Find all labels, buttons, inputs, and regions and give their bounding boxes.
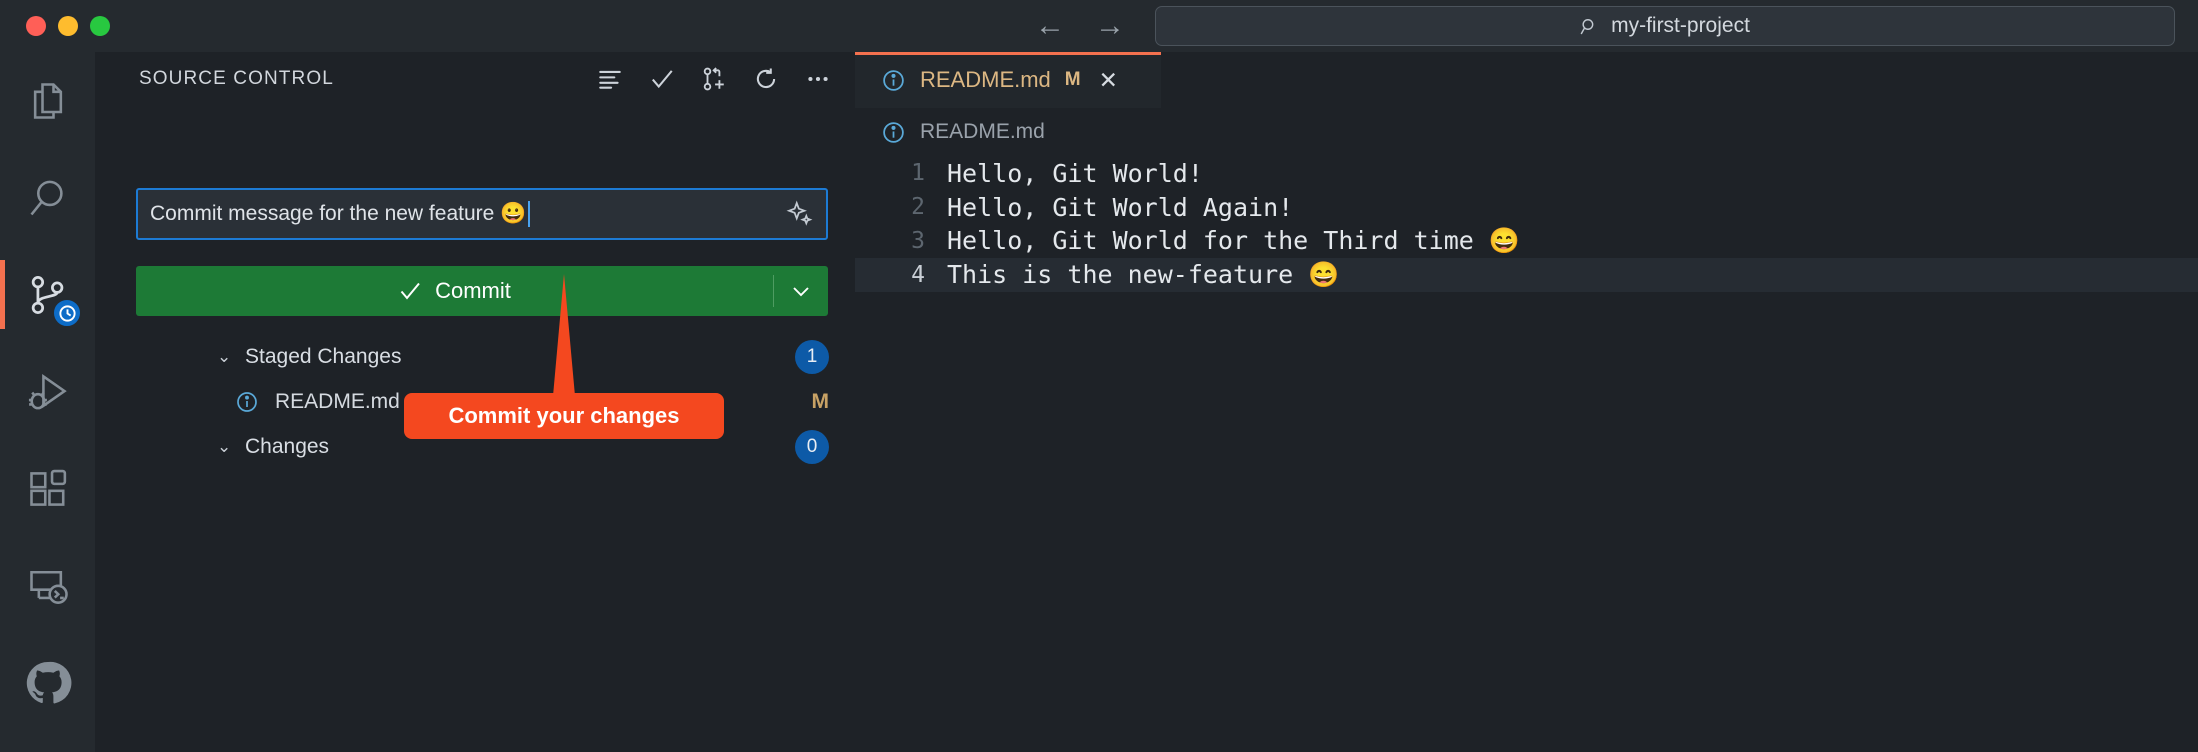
check-icon xyxy=(652,70,673,89)
title-bar: ← → my-first-project xyxy=(0,0,2198,52)
sidebar-item-source-control[interactable] xyxy=(0,246,95,343)
traffic-lights xyxy=(26,16,110,36)
view-as-list-button[interactable] xyxy=(597,66,623,92)
code-line[interactable]: 3 Hello, Git World for the Third time 😄 xyxy=(855,224,2198,258)
back-arrow-icon[interactable]: ← xyxy=(1035,11,1065,41)
commit-button-dropdown[interactable] xyxy=(774,266,828,316)
more-actions-button[interactable] xyxy=(805,66,831,92)
info-icon xyxy=(235,390,259,414)
group-count-badge: 0 xyxy=(795,429,829,464)
search-icon xyxy=(29,180,63,215)
close-icon[interactable]: ✕ xyxy=(1099,67,1118,94)
command-center-search[interactable]: my-first-project xyxy=(1155,6,2175,46)
sidebar-actions xyxy=(597,66,831,92)
group-label: Staged Changes xyxy=(245,344,402,368)
maximize-window-button[interactable] xyxy=(90,16,110,36)
minimize-window-button[interactable] xyxy=(58,16,78,36)
annotation-arrow xyxy=(553,274,575,396)
commit-button-label: Commit xyxy=(435,278,511,303)
search-icon xyxy=(1580,18,1594,34)
files-icon xyxy=(33,82,62,119)
commit-message-input[interactable]: Commit message for the new feature 😀 xyxy=(136,188,828,240)
line-number: 2 xyxy=(911,194,925,220)
chevron-down-icon xyxy=(793,287,809,297)
refresh-button[interactable] xyxy=(753,66,779,92)
remote-explorer-icon xyxy=(29,570,68,604)
run-and-debug-icon xyxy=(28,373,67,409)
tab-readme-md[interactable]: README.md M ✕ xyxy=(855,52,1161,108)
editor-area: README.md M ✕ README.md 1 Hello, Git Wor… xyxy=(855,52,2198,752)
commit-button[interactable]: Commit xyxy=(136,266,828,316)
github-icon xyxy=(26,661,71,703)
sidebar-item-search[interactable] xyxy=(0,149,95,246)
commit-action-button[interactable] xyxy=(649,66,675,92)
tab-dirty-indicator: M xyxy=(1064,69,1081,90)
commit-button-main[interactable]: Commit xyxy=(136,266,773,316)
activity-bar xyxy=(0,52,95,752)
line-content: Hello, Git World for the Third time 😄 xyxy=(947,226,1520,255)
sidebar-title: SOURCE CONTROL xyxy=(139,68,334,89)
sidebar-header: SOURCE CONTROL xyxy=(95,52,855,106)
tab-label: README.md xyxy=(920,67,1051,92)
list-icon xyxy=(599,70,621,89)
navigation-buttons: ← → xyxy=(1035,0,1125,52)
group-label: Changes xyxy=(245,434,330,458)
group-count-badge: 1 xyxy=(795,339,829,374)
sidebar-item-remote-explorer[interactable] xyxy=(0,537,95,634)
create-pull-request-button[interactable] xyxy=(701,66,727,92)
tree-group-staged-changes[interactable]: ⌄ Staged Changes 1 xyxy=(95,334,855,379)
code-area[interactable]: 1 Hello, Git World! 2 Hello, Git World A… xyxy=(855,156,2198,752)
editor-tab-strip: README.md M ✕ xyxy=(855,52,2198,108)
commit-message-value: Commit message for the new feature 😀 xyxy=(150,202,527,225)
text-caret xyxy=(528,201,531,227)
line-content: Hello, Git World Again! xyxy=(947,192,1294,222)
info-icon xyxy=(881,120,906,145)
line-number: 1 xyxy=(911,160,925,186)
sparkle-icon xyxy=(786,200,813,226)
sidebar-item-extensions[interactable] xyxy=(0,440,95,537)
ellipsis-icon xyxy=(808,76,828,82)
chevron-down-icon: ⌄ xyxy=(217,346,232,366)
code-line[interactable]: 2 Hello, Git World Again! xyxy=(855,190,2198,224)
breadcrumb-label: README.md xyxy=(920,120,1045,143)
line-content: This is the new-feature 😄 xyxy=(947,260,1340,289)
file-name: README.md xyxy=(275,389,400,413)
forward-arrow-icon[interactable]: → xyxy=(1095,11,1125,41)
sidebar-item-explorer[interactable] xyxy=(0,52,95,149)
check-icon xyxy=(400,282,420,300)
annotation-text: Commit your changes xyxy=(448,403,680,428)
line-number: 4 xyxy=(911,262,925,288)
vscode-window: ← → my-first-project SOURCE CONTROL Comm… xyxy=(0,0,2198,752)
generate-commit-message-button[interactable] xyxy=(786,200,814,228)
info-icon xyxy=(881,68,906,93)
breadcrumb[interactable]: README.md xyxy=(855,108,2198,156)
annotation-callout: Commit your changes xyxy=(404,393,724,439)
extensions-icon xyxy=(29,469,66,506)
close-window-button[interactable] xyxy=(26,16,46,36)
file-status-badge: M xyxy=(811,389,830,413)
pull-request-icon xyxy=(703,67,724,91)
line-content: Hello, Git World! xyxy=(947,158,1203,188)
code-line[interactable]: 4 This is the new-feature 😄 xyxy=(855,258,2198,292)
search-value: my-first-project xyxy=(1611,14,1750,37)
line-number: 3 xyxy=(911,228,925,254)
chevron-down-icon: ⌄ xyxy=(217,436,232,456)
clock-icon xyxy=(58,304,76,322)
source-control-badge xyxy=(52,298,82,328)
sidebar-item-run-and-debug[interactable] xyxy=(0,343,95,440)
code-line[interactable]: 1 Hello, Git World! xyxy=(855,156,2198,190)
sidebar-item-github[interactable] xyxy=(0,634,95,731)
refresh-icon xyxy=(756,68,776,89)
